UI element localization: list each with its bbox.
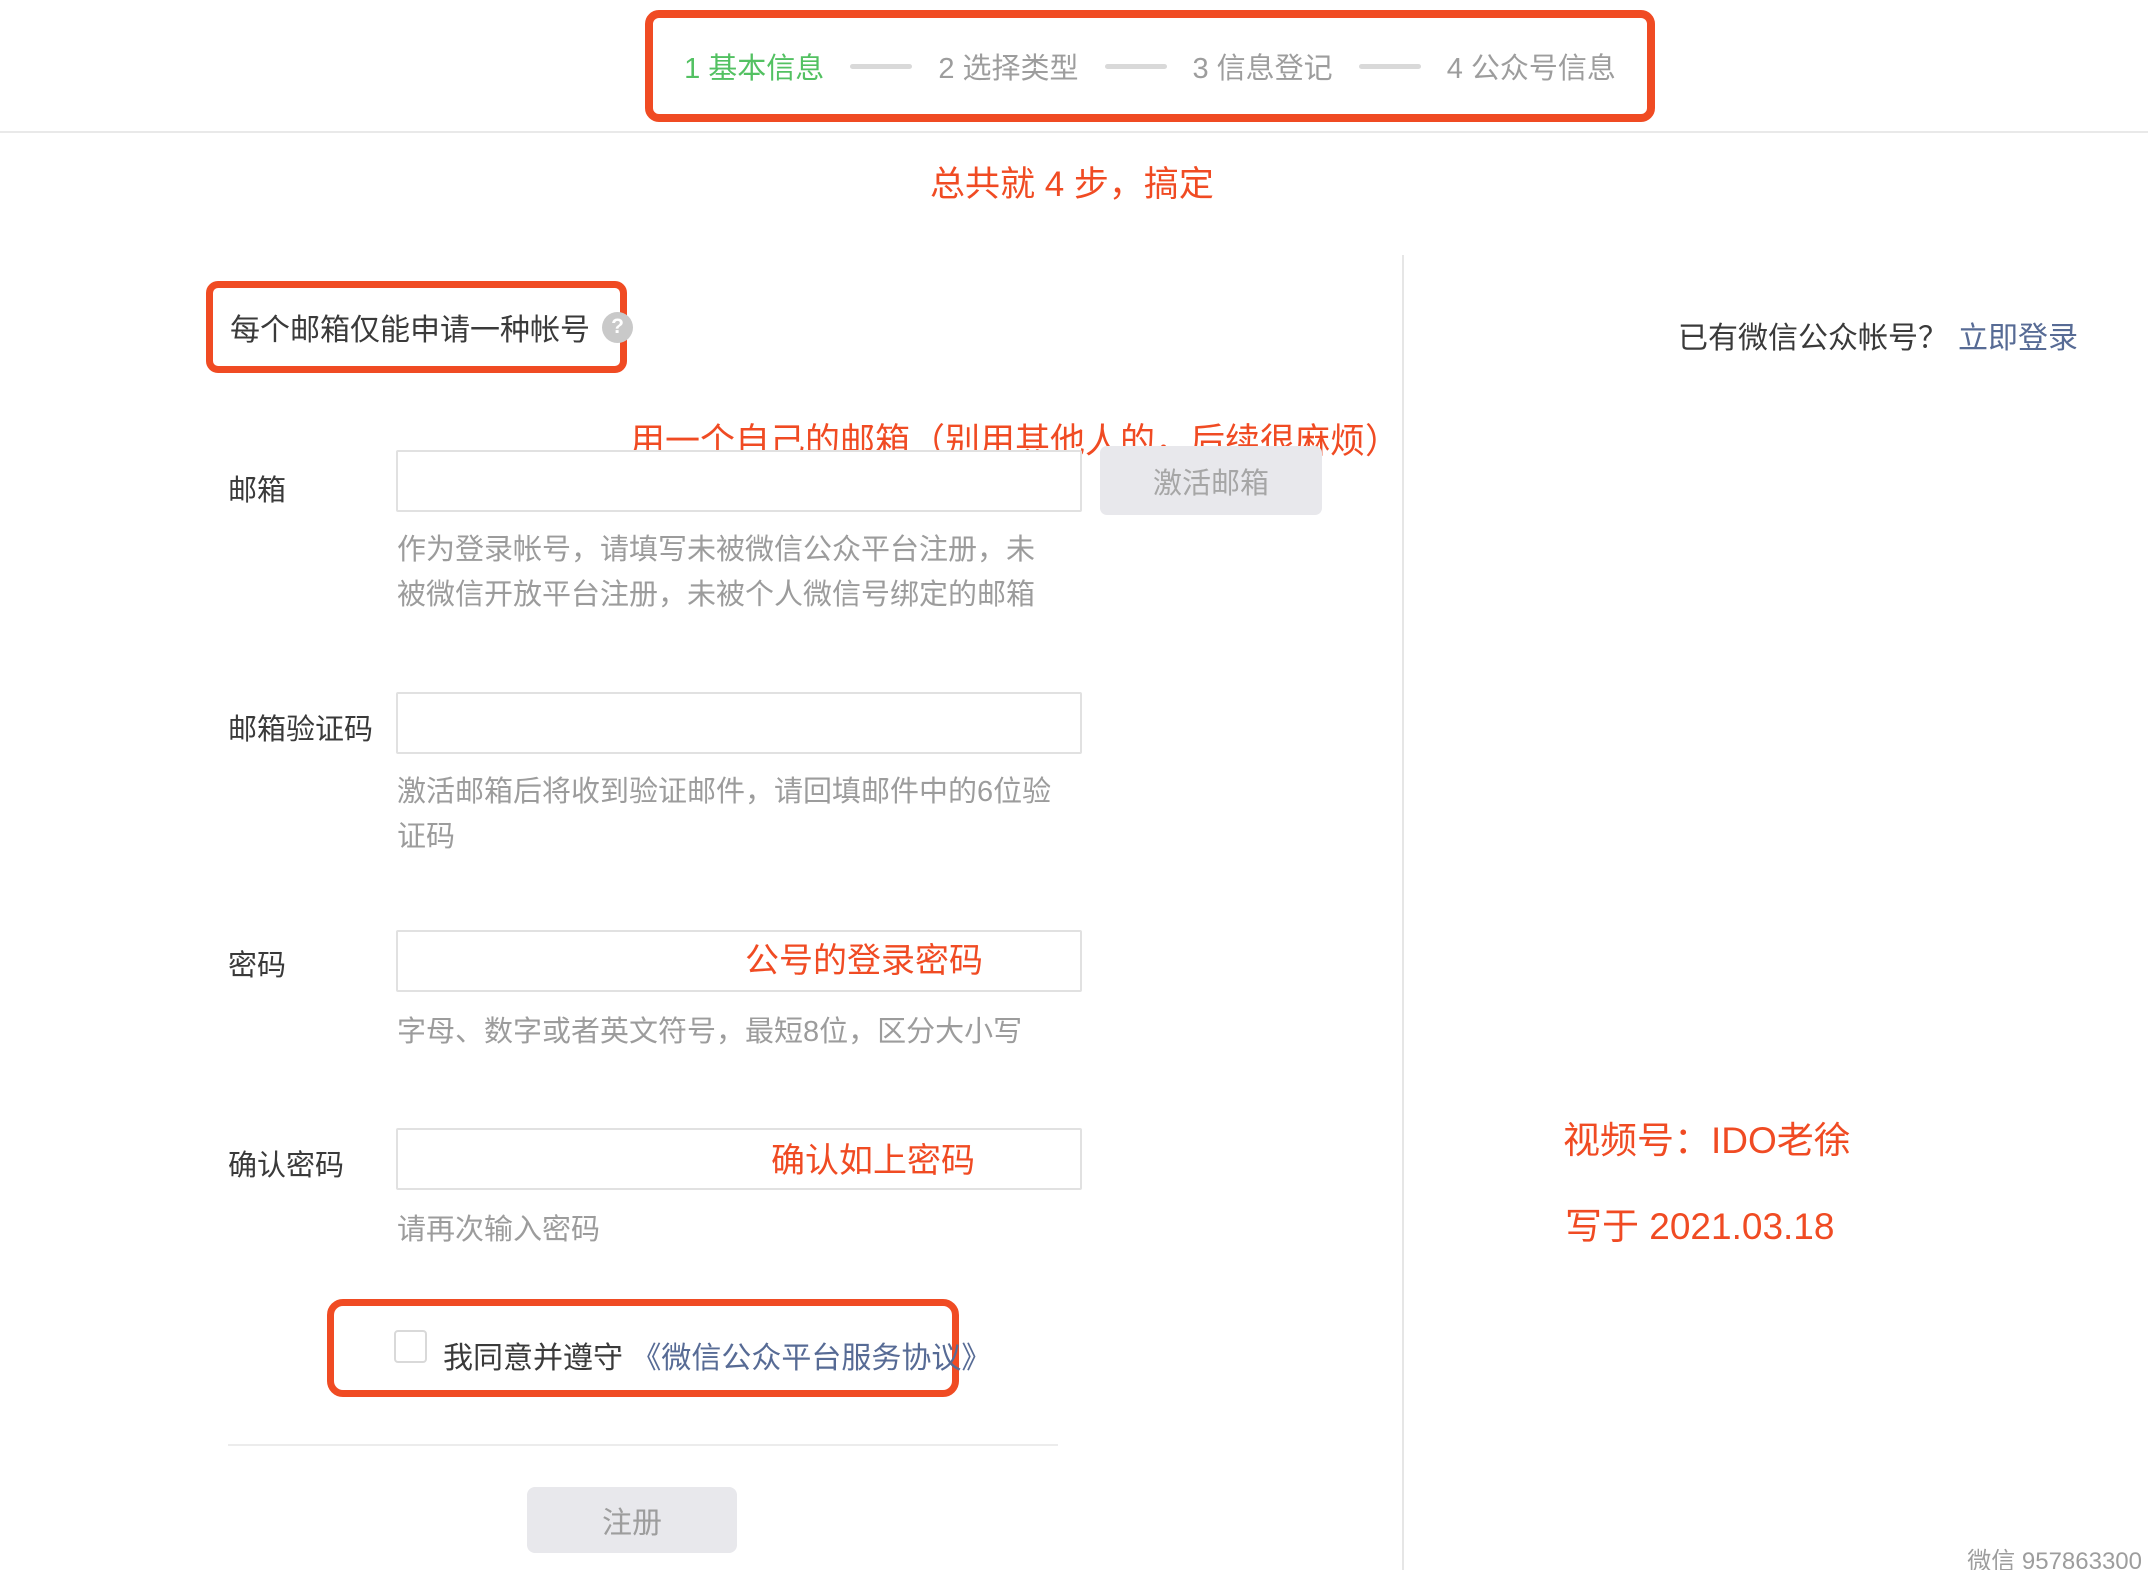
email-input[interactable] (396, 450, 1082, 512)
step-info-registration: 3 信息登记 (1193, 45, 1333, 87)
vertical-divider (1402, 255, 1404, 1570)
service-agreement-link[interactable]: 《微信公众平台服务协议》 (631, 1342, 991, 1375)
email-code-help-text: 激活邮箱后将收到验证邮件，请回填邮件中的6位验证码 (397, 770, 1052, 860)
annotation-steps-note: 总共就 4 步，搞定 (930, 156, 1214, 207)
annotation-video-channel: 视频号：IDO老徐 (1563, 1110, 1851, 1164)
email-code-label: 邮箱验证码 (228, 706, 373, 748)
login-now-link[interactable]: 立即登录 (1958, 322, 2078, 355)
registration-page: 1 基本信息 2 选择类型 3 信息登记 4 公众号信息 总共就 4 步，搞定 … (0, 0, 2148, 1570)
wechat-watermark: 微信 957863300 (1967, 1541, 2142, 1570)
email-notice-text: 每个邮箱仅能申请一种帐号 (230, 305, 590, 349)
step-basic-info: 1 基本信息 (684, 45, 824, 87)
confirm-password-input[interactable] (396, 1128, 1082, 1190)
activate-email-button[interactable]: 激活邮箱 (1100, 446, 1322, 515)
agreement-text: 我同意并遵守 《微信公众平台服务协议》 (443, 1333, 991, 1377)
steps-annotation-box: 1 基本信息 2 选择类型 3 信息登记 4 公众号信息 (645, 10, 1655, 122)
annotation-written-date: 写于 2021.03.18 (1565, 1196, 1834, 1250)
confirm-password-help-text: 请再次输入密码 (397, 1208, 600, 1253)
step-account-info: 4 公众号信息 (1447, 45, 1616, 87)
agreement-checkbox[interactable] (394, 1330, 427, 1363)
step-connector (1105, 64, 1167, 69)
annotation-password-note: 公号的登录密码 (745, 933, 983, 982)
email-help-text: 作为登录帐号，请填写未被微信公众平台注册，未被微信开放平台注册，未被个人微信号绑… (397, 528, 1052, 618)
email-notice-annotation-box: 每个邮箱仅能申请一种帐号 ? (206, 281, 627, 373)
email-code-input[interactable] (396, 692, 1082, 754)
question-mark-icon[interactable]: ? (602, 312, 633, 343)
step-choose-type: 2 选择类型 (938, 45, 1078, 87)
existing-account-row: 已有微信公众帐号？ 立即登录 (1678, 313, 2078, 357)
register-button[interactable]: 注册 (527, 1487, 737, 1553)
password-help-text: 字母、数字或者英文符号，最短8位，区分大小写 (397, 1010, 1022, 1055)
annotation-confirm-note: 确认如上密码 (771, 1133, 975, 1182)
existing-account-question: 已有微信公众帐号？ (1678, 322, 1948, 355)
password-label: 密码 (228, 942, 286, 984)
email-label: 邮箱 (228, 467, 286, 509)
agreement-prefix: 我同意并遵守 (443, 1342, 623, 1375)
header: 1 基本信息 2 选择类型 3 信息登记 4 公众号信息 (0, 0, 2148, 133)
confirm-password-label: 确认密码 (228, 1142, 344, 1184)
step-connector (1359, 64, 1421, 69)
form-divider (228, 1444, 1058, 1446)
step-connector (850, 64, 912, 69)
